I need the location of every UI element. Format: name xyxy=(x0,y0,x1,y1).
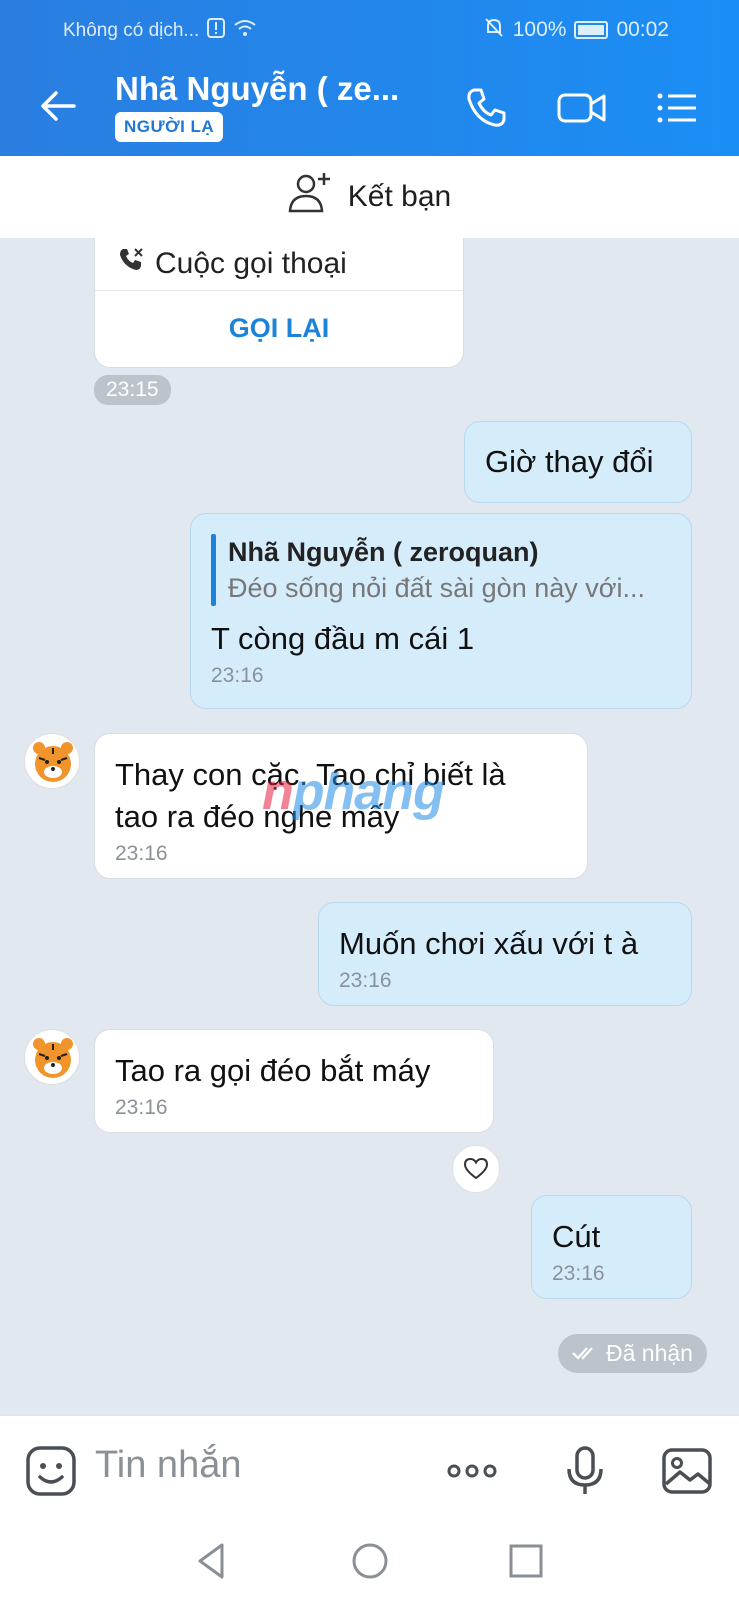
chat-header: Nhã Nguyễn ( ze... NGƯỜI LẠ xyxy=(0,58,739,156)
battery-percent: 100% xyxy=(512,18,567,41)
call-label: Cuộc gọi thoại xyxy=(155,247,347,280)
alert-icon xyxy=(207,18,226,44)
stranger-badge: NGƯỜI LẠ xyxy=(115,112,224,142)
message-text-line2: tao ra đéo nghe mấy xyxy=(115,799,400,834)
message-time: 23:16 xyxy=(211,664,264,687)
heart-reaction-icon[interactable] xyxy=(452,1145,500,1193)
message-text: T còng đầu m cái 1 xyxy=(211,621,475,656)
message-bubble-outgoing[interactable]: Muốn chơi xấu với t à 23:16 xyxy=(318,902,692,1006)
phone-call-icon[interactable] xyxy=(462,84,510,132)
more-options-icon[interactable] xyxy=(444,1444,498,1498)
add-friend-icon xyxy=(288,171,334,223)
message-text: Muốn chơi xấu với t à xyxy=(339,926,639,961)
video-call-icon[interactable] xyxy=(556,84,606,132)
message-time: 23:16 xyxy=(552,1262,605,1285)
message-input-bar: Tin nhắn xyxy=(0,1415,739,1525)
status-bar: Không có dịch... 100% 00:02 xyxy=(0,0,739,58)
add-friend-label: Kết bạn xyxy=(347,180,452,213)
message-input[interactable]: Tin nhắn xyxy=(95,1444,241,1487)
delivery-status-text: Đã nhận xyxy=(606,1340,693,1366)
missed-call-card: Cuộc gọi thoại GỌI LẠI xyxy=(94,238,464,368)
quote-text: Đéo sống nỏi đất sài gòn này với... xyxy=(228,573,645,603)
avatar[interactable] xyxy=(24,733,80,789)
message-bubble-incoming[interactable]: Thay con cặc. Tao chỉ biết là tao ra đéo… xyxy=(94,733,588,879)
image-gallery-icon[interactable] xyxy=(660,1444,714,1498)
nav-home-icon[interactable] xyxy=(348,1539,392,1583)
message-text: Cút xyxy=(552,1219,601,1254)
wifi-icon xyxy=(233,18,257,44)
message-time: 23:16 xyxy=(339,969,392,992)
microphone-icon[interactable] xyxy=(558,1444,612,1498)
tiger-avatar-icon xyxy=(33,742,73,782)
message-bubble-incoming[interactable]: Tao ra gọi đéo bắt máy 23:16 xyxy=(94,1029,494,1133)
add-friend-bar[interactable]: Kết bạn xyxy=(0,156,739,238)
nav-back-icon[interactable] xyxy=(190,1539,234,1583)
quoted-message[interactable]: Nhã Nguyễn ( zeroquan) Đéo sống nỏi đất … xyxy=(211,534,671,606)
nav-recents-icon[interactable] xyxy=(504,1539,548,1583)
missed-call-icon xyxy=(117,246,145,282)
message-bubble-outgoing[interactable]: Cút 23:16 xyxy=(531,1195,692,1299)
back-arrow-icon[interactable] xyxy=(36,84,80,128)
message-bubble-outgoing-reply[interactable]: Nhã Nguyễn ( zeroquan) Đéo sống nỏi đất … xyxy=(190,513,692,709)
emoji-sticker-icon[interactable] xyxy=(24,1444,78,1498)
menu-list-icon[interactable] xyxy=(654,84,702,132)
call-back-button[interactable]: GỌI LẠI xyxy=(95,290,463,367)
double-check-icon xyxy=(572,1340,598,1367)
avatar[interactable] xyxy=(24,1029,80,1085)
quote-author: Nhã Nguyễn ( zeroquan) xyxy=(228,537,539,567)
system-nav-bar xyxy=(0,1525,739,1600)
message-time: 23:16 xyxy=(115,1096,168,1119)
delivery-status-badge: Đã nhận xyxy=(558,1334,707,1373)
battery-icon xyxy=(574,21,609,39)
mute-bell-icon xyxy=(483,16,505,44)
message-text: Tao ra gọi đéo bắt máy xyxy=(115,1053,431,1088)
timestamp-pill: 23:15 xyxy=(94,375,171,405)
message-text-line1: Thay con cặc. Tao chỉ biết là xyxy=(115,757,506,792)
message-text: Giờ thay đổi xyxy=(485,444,654,479)
message-time: 23:16 xyxy=(115,842,168,865)
carrier-text: Không có dịch... xyxy=(63,20,200,41)
contact-name[interactable]: Nhã Nguyễn ( ze... xyxy=(115,70,399,108)
tiger-avatar-icon xyxy=(33,1038,73,1078)
quote-bar xyxy=(211,534,216,606)
clock: 00:02 xyxy=(616,18,669,41)
message-bubble-outgoing[interactable]: Giờ thay đổi xyxy=(464,421,692,503)
